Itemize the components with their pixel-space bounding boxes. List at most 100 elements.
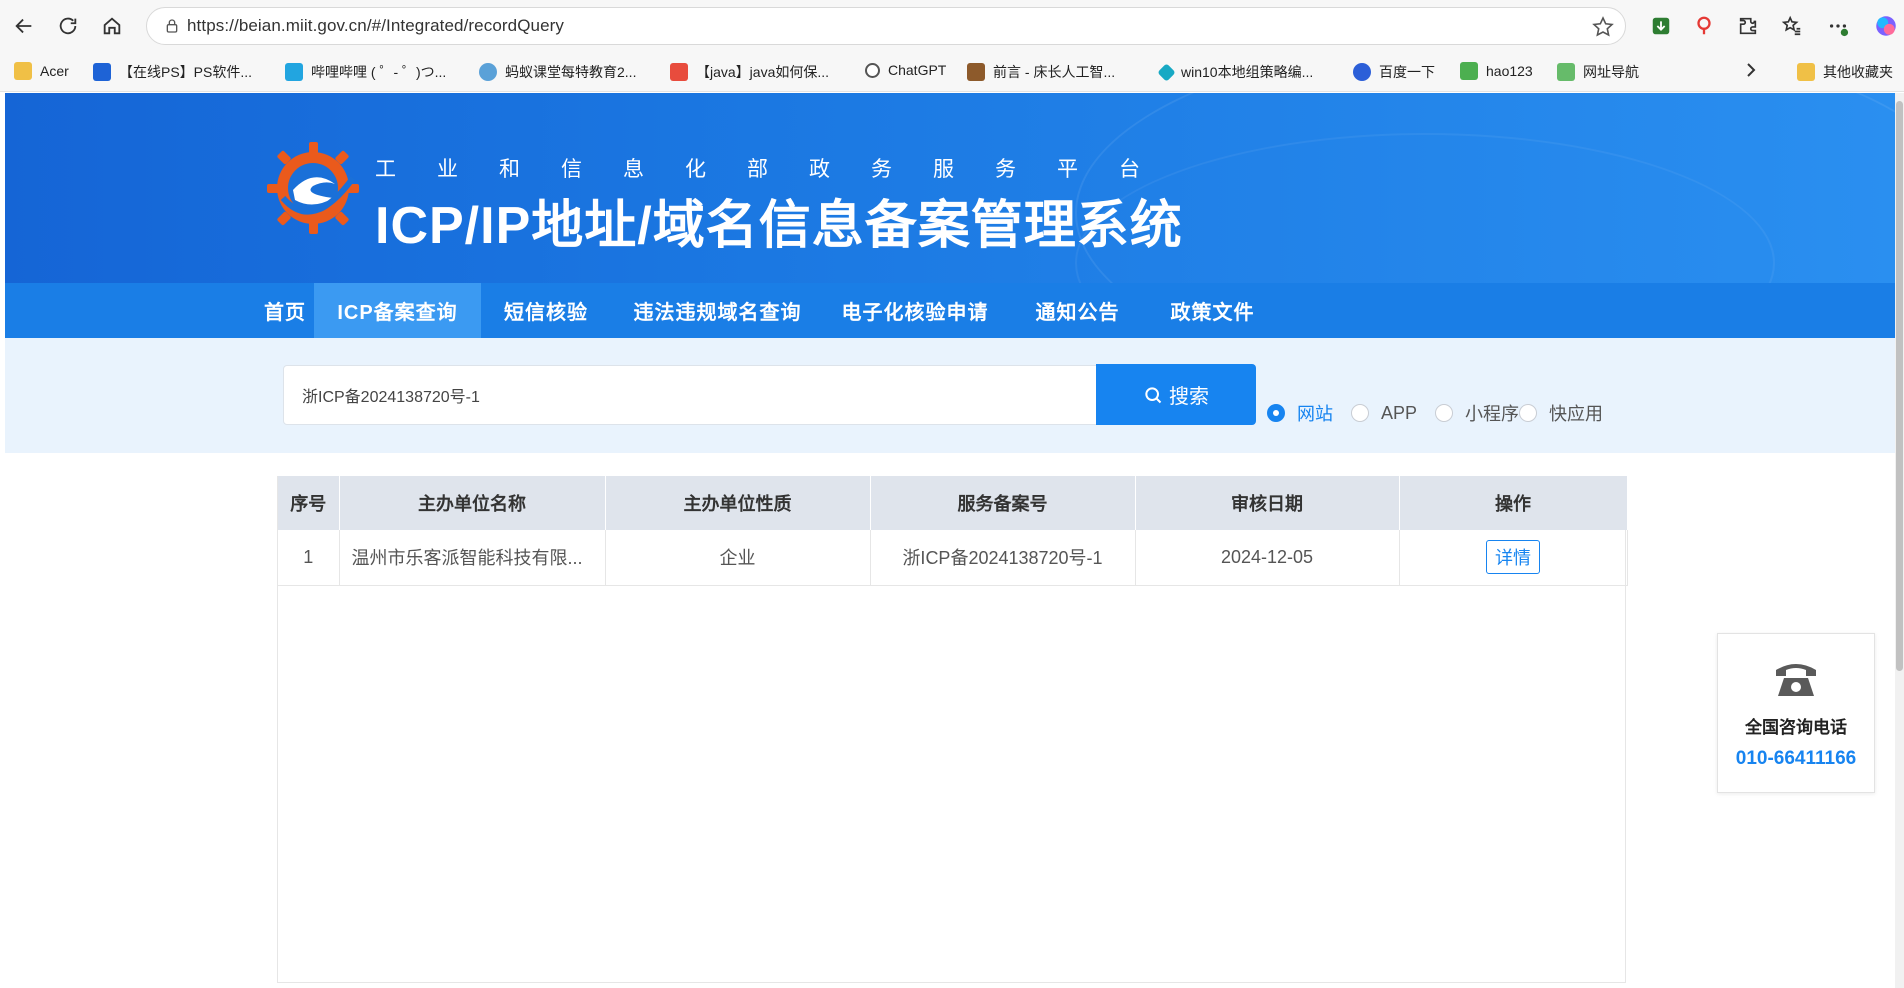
scrollbar-thumb[interactable] [1896,101,1903,671]
search-icon [1145,386,1162,403]
search-input-value: 浙ICP备2024138720号-1 [302,389,480,406]
refresh-icon[interactable] [48,6,88,46]
menu-icp-record-query[interactable]: ICP备案查询 [314,283,481,338]
header-subtitle: 工业和信息化部政务服务平台 [375,158,1181,181]
cell-index: 1 [278,530,340,586]
bookmark-label: win10本地组策略编... [1181,64,1314,80]
bookmark-label: 哔哩哔哩 ( ゜- ゜)つ... [311,64,447,80]
ps-icon [93,63,111,81]
bookmark-win10-policy[interactable]: win10本地组策略编... [1157,62,1314,82]
win-icon [1157,62,1176,82]
bookmark-acer[interactable]: Acer [14,62,69,80]
nav-icon [1557,63,1575,81]
bookmark-online-ps[interactable]: 【在线PS】PS软件... [93,62,252,82]
table-row: 1 温州市乐客派智能科技有限... 企业 浙ICP备2024138720号-1 … [278,530,1628,586]
main-menu: 首页 ICP备案查询 短信核验 违法违规域名查询 电子化核验申请 通知公告 政策… [5,283,1895,338]
telephone-icon [1718,656,1874,705]
bookmark-java-csdn[interactable]: 【java】java如何保... [670,62,829,82]
detail-button[interactable]: 详情 [1486,540,1540,575]
bookmark-bilibili[interactable]: 哔哩哔哩 ( ゜- ゜)つ... [285,62,446,82]
search-button-label: 搜索 [1169,386,1209,408]
option-label: 小程序 [1465,404,1519,424]
page-title: ICP/IP地址/域名信息备案管理系统 [375,197,1183,255]
radio-unchecked-icon [1351,404,1369,422]
results-table: 序号 主办单位名称 主办单位性质 服务备案号 审核日期 操作 1 温州市乐客派智… [278,476,1628,586]
home-icon[interactable] [92,6,132,46]
bookmark-baidu[interactable]: 百度一下 [1353,62,1435,82]
cell-record-no: 浙ICP备2024138720号-1 [870,530,1136,586]
col-header-review-date: 审核日期 [1135,476,1400,530]
extensions-icon[interactable] [1732,10,1764,42]
download-icon[interactable] [1645,10,1677,42]
favorite-star-icon[interactable] [1591,15,1615,39]
cell-org-type: 企业 [605,530,871,586]
bilibili-icon [285,63,303,81]
option-website[interactable]: 网站 [1267,400,1333,426]
bookmark-label: hao123 [1486,63,1533,79]
bookmark-label: 【java】java如何保... [696,64,830,80]
more-options-icon[interactable] [1822,10,1854,42]
col-header-index: 序号 [278,476,340,530]
consult-phone-label: 全国咨询电话 [1745,718,1847,737]
bookmark-label: 网址导航 [1583,64,1639,80]
extension-pin-icon[interactable] [1688,10,1720,42]
ai-icon [967,63,985,81]
bookmarks-overflow-chevron-icon[interactable] [1744,62,1758,78]
menu-notices[interactable]: 通知公告 [1025,283,1130,338]
browser-toolbar: https://beian.miit.gov.cn/#/Integrated/r… [0,0,1904,52]
copilot-icon[interactable] [1870,10,1902,42]
option-quick-app[interactable]: 快应用 [1519,400,1603,426]
header-banner: 工业和信息化部政务服务平台 ICP/IP地址/域名信息备案管理系统 [5,93,1895,283]
baidu-icon [1353,63,1371,81]
miit-logo-icon [267,142,359,234]
csdn-icon [670,63,688,81]
bookmark-label: ChatGPT [888,62,947,78]
col-header-org-type: 主办单位性质 [605,476,871,530]
bookmark-label: 前言 - 床长人工智... [993,64,1116,80]
option-label: 网站 [1297,404,1333,424]
radio-unchecked-icon [1435,404,1453,422]
bookmark-ai-tutorial[interactable]: 前言 - 床长人工智... [967,62,1115,82]
folder-icon [14,62,32,80]
cell-org-name: 温州市乐客派智能科技有限... [339,530,606,586]
bookmark-hao123[interactable]: hao123 [1460,62,1533,80]
option-mini-program[interactable]: 小程序 [1435,400,1519,426]
bookmark-chatgpt[interactable]: ChatGPT [865,62,946,78]
option-app[interactable]: APP [1351,403,1417,424]
bookmark-label: 百度一下 [1379,64,1435,80]
address-bar[interactable]: https://beian.miit.gov.cn/#/Integrated/r… [146,7,1626,45]
col-header-org-name: 主办单位名称 [339,476,606,530]
cell-action: 详情 [1399,530,1628,586]
bookmark-label: Acer [40,63,69,79]
radio-checked-icon [1267,404,1285,422]
menu-policy-docs[interactable]: 政策文件 [1160,283,1265,338]
page-scrollbar[interactable] [1895,93,1904,988]
bookmark-ant-class[interactable]: 蚂蚁课堂每特教育2... [479,62,636,82]
menu-sms-verify[interactable]: 短信核验 [495,283,597,338]
search-input[interactable]: 浙ICP备2024138720号-1 [283,365,1103,425]
back-icon[interactable] [4,6,44,46]
folder-icon [1797,63,1815,81]
bookmark-label: 【在线PS】PS软件... [119,64,253,80]
url-text: https://beian.miit.gov.cn/#/Integrated/r… [187,16,564,35]
search-button[interactable]: 搜索 [1096,364,1256,425]
radio-unchecked-icon [1519,404,1537,422]
chatgpt-icon [865,62,880,78]
bookmark-label: 其他收藏夹 [1823,64,1893,80]
search-section: 浙ICP备2024138720号-1 搜索 网站 APP 小程序 快应用 [5,338,1895,453]
option-label: 快应用 [1549,404,1603,424]
ant-icon [479,63,497,81]
bookmark-label: 蚂蚁课堂每特教育2... [505,64,637,80]
bookmark-other-favorites[interactable]: 其他收藏夹 [1797,62,1893,82]
col-header-record-no: 服务备案号 [870,476,1136,530]
col-header-action: 操作 [1399,476,1628,530]
menu-illegal-domain-query[interactable]: 违法违规域名查询 [625,283,810,338]
lock-icon[interactable] [157,18,187,34]
bookmark-nav[interactable]: 网址导航 [1557,62,1639,82]
consult-phone-widget[interactable]: 全国咨询电话 010-66411166 [1717,633,1875,793]
favorites-icon[interactable] [1776,10,1808,42]
results-table-container: 序号 主办单位名称 主办单位性质 服务备案号 审核日期 操作 1 温州市乐客派智… [277,476,1628,983]
table-header-row: 序号 主办单位名称 主办单位性质 服务备案号 审核日期 操作 [278,476,1628,530]
bookmarks-bar: Acer 【在线PS】PS软件... 哔哩哔哩 ( ゜- ゜)つ... 蚂蚁课堂… [0,52,1904,92]
menu-electronic-verify-apply[interactable]: 电子化核验申请 [835,283,995,338]
